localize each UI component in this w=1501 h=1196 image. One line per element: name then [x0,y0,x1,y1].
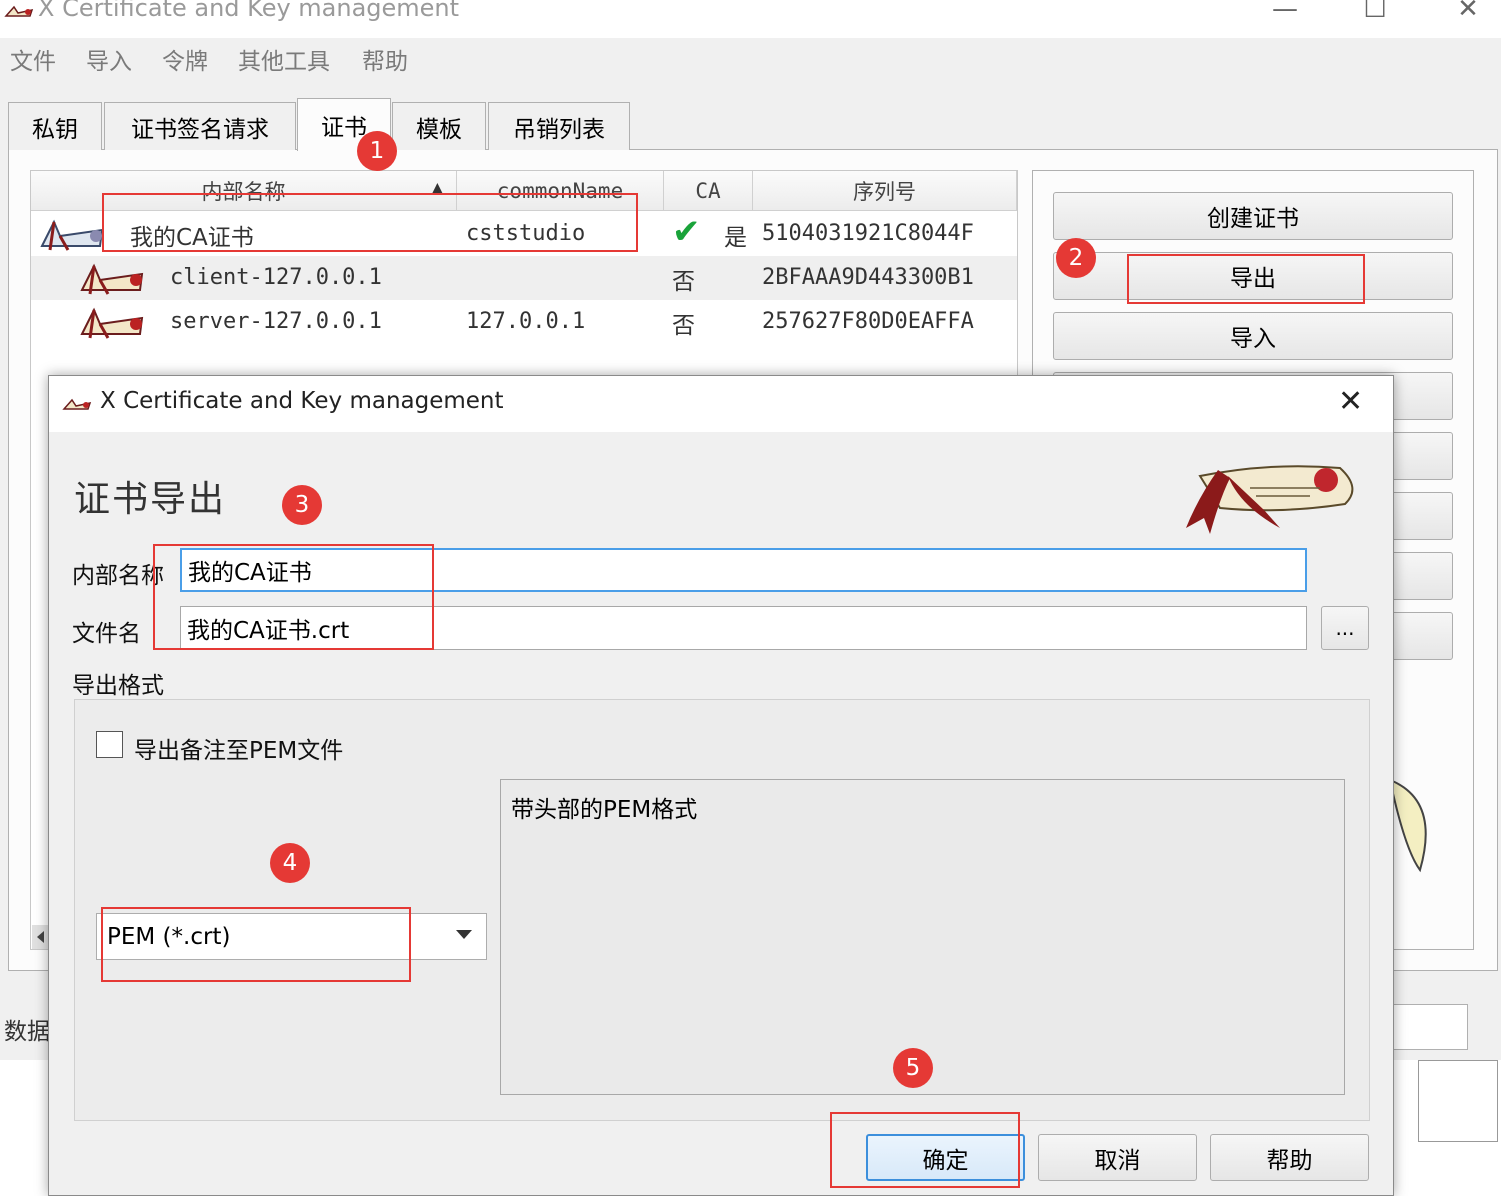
ca-check-icon: ✔ [672,212,701,252]
export-comment-label: 导出备注至PEM文件 [134,738,344,764]
dialog-title: X Certificate and Key management [100,388,504,414]
annotation-badge-2: 2 [1056,238,1096,278]
chevron-down-icon [456,930,472,939]
tab-crl[interactable]: 吊销列表 [488,102,630,150]
menu-other-tools[interactable]: 其他工具 [238,42,330,76]
lower-panel [1418,1060,1498,1142]
annotation-box [1127,254,1365,304]
menubar [0,38,1501,80]
app-logo-icon [4,4,34,24]
annotation-box [830,1112,1020,1188]
maximize-button[interactable]: ☐ [1352,0,1398,24]
row-ca: 是 [724,225,747,251]
app-logo-icon [62,397,92,417]
export-format-label: 导出格式 [72,673,164,699]
certificate-icon [78,304,150,344]
row-ca: 否 [672,269,695,295]
tab-templates[interactable]: 模板 [392,102,486,150]
create-certificate-button[interactable]: 创建证书 [1053,192,1453,240]
format-description: 带头部的PEM格式 [500,779,1345,1095]
menu-file[interactable]: 文件 [10,42,56,76]
certificate-icon [78,260,150,300]
row-ca: 否 [672,313,695,339]
menu-help[interactable]: 帮助 [362,42,408,76]
filename-label: 文件名 [72,621,141,647]
export-comment-checkbox[interactable] [96,731,123,758]
annotation-box [101,907,411,982]
window-title: X Certificate and Key management [38,0,460,22]
dialog-heading: 证书导出 [74,479,227,520]
row-serial: 5104031921C8044F [762,221,974,246]
column-header-ca[interactable]: CA [664,171,753,211]
annotation-badge-4: 4 [270,843,310,883]
annotation-badge-3: 3 [282,485,322,525]
menu-import[interactable]: 导入 [86,42,132,76]
row-serial: 2BFAAA9D443300B1 [762,265,974,290]
row-serial: 257627F80D0EAFFA [762,309,974,334]
dialog-close-icon[interactable]: ✕ [1338,384,1363,419]
annotation-box [153,544,434,650]
annotation-box [102,193,638,252]
browse-button[interactable]: ... [1321,606,1369,650]
status-label: 数据 [4,1019,50,1045]
menu-token[interactable]: 令牌 [162,42,208,76]
tab-private-keys[interactable]: 私钥 [8,102,102,150]
tab-csr[interactable]: 证书签名请求 [104,102,296,150]
column-header-serial[interactable]: 序列号 [753,171,1017,211]
xca-scroll-logo [1180,458,1360,540]
internal-name-label: 内部名称 [72,563,164,589]
row-internal-name: client-127.0.0.1 [170,265,382,290]
row-common-name: 127.0.0.1 [466,309,586,334]
annotation-badge-5: 5 [893,1048,933,1088]
import-button[interactable]: 导入 [1053,312,1453,360]
close-button[interactable]: ✕ [1445,0,1491,24]
annotation-badge-1: 1 [357,131,397,171]
minimize-button[interactable]: — [1262,0,1308,24]
help-button[interactable]: 帮助 [1210,1134,1369,1181]
cancel-button[interactable]: 取消 [1038,1134,1197,1181]
certificate-icon [38,216,110,256]
row-internal-name: server-127.0.0.1 [170,309,382,334]
